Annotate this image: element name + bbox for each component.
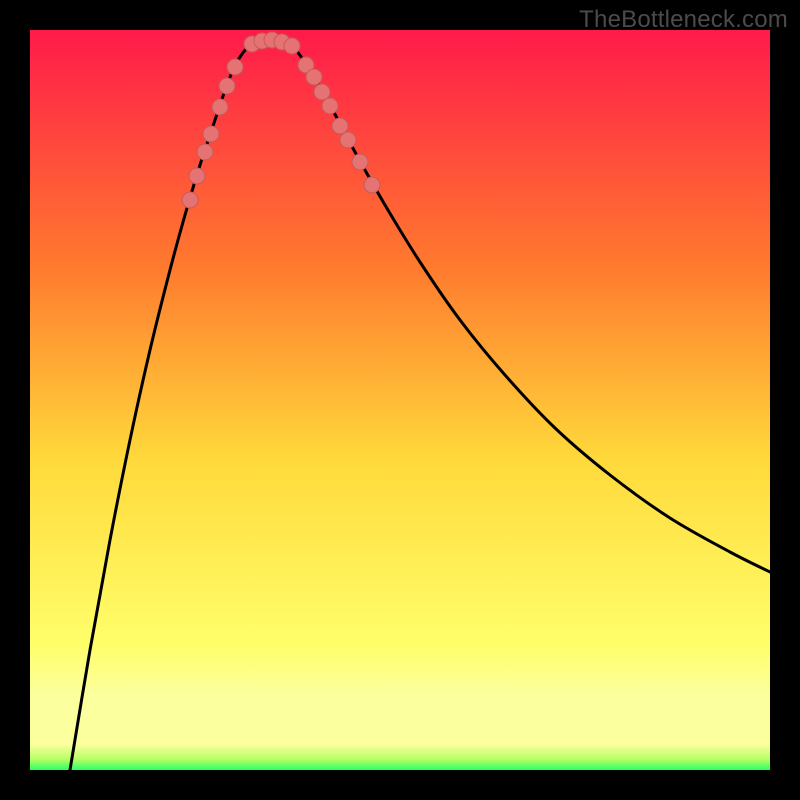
sample-dot — [352, 154, 368, 170]
sample-dot — [189, 168, 205, 184]
sample-dot — [314, 84, 330, 100]
sample-dot — [203, 126, 219, 142]
sample-dot — [212, 99, 228, 115]
sample-dot — [219, 78, 235, 94]
chart-frame — [30, 30, 770, 770]
sample-dot — [322, 98, 338, 114]
sample-dot — [364, 177, 380, 193]
bottleneck-valley-plot — [30, 30, 770, 770]
sample-dot — [227, 59, 243, 75]
sample-dot — [306, 69, 322, 85]
sample-dot — [340, 132, 356, 148]
sample-dot — [284, 38, 300, 54]
sample-dot — [182, 192, 198, 208]
sample-dot — [332, 118, 348, 134]
sample-dot — [197, 144, 213, 160]
plot-background — [30, 30, 770, 770]
